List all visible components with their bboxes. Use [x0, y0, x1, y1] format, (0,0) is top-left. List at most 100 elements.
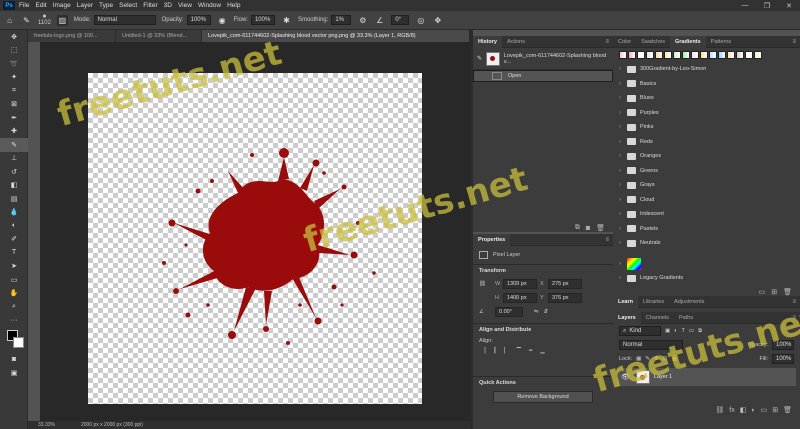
document-canvas[interactable]	[88, 73, 422, 404]
maximize-button[interactable]: ❐	[756, 2, 778, 10]
gradient-folder[interactable]: › Pastels	[613, 222, 800, 237]
gradient-folder[interactable]: › Pinks	[613, 120, 800, 135]
eyedropper-tool-icon[interactable]: ✒	[0, 111, 28, 125]
menu-edit[interactable]: Edit	[35, 2, 46, 9]
gear-icon[interactable]: ⚙	[357, 15, 368, 26]
gradient-folder-legacy[interactable]: ›	[613, 257, 800, 272]
angle-icon[interactable]: ∠	[374, 15, 385, 26]
gradient-swatch[interactable]	[745, 51, 753, 59]
gradient-swatch[interactable]	[727, 51, 735, 59]
tab-paths[interactable]: Paths	[674, 312, 698, 324]
pen-tool-icon[interactable]: ✐	[0, 233, 28, 247]
flip-horizontal-icon[interactable]: ⇋	[534, 309, 539, 315]
new-gradient-icon[interactable]: ⊞	[771, 288, 777, 296]
gradient-folder[interactable]: › Neutrals	[613, 236, 800, 251]
blur-tool-icon[interactable]: 💧	[0, 206, 28, 220]
angle-input[interactable]: 0.00°	[495, 307, 523, 317]
home-icon[interactable]: ⌂	[4, 15, 15, 26]
menu-image[interactable]: Image	[53, 2, 71, 9]
symmetry-icon[interactable]: ✥	[432, 15, 443, 26]
tab-layers[interactable]: Layers	[613, 311, 641, 324]
tab-channels[interactable]: Channels	[641, 312, 674, 324]
link-icon[interactable]: ⛓	[479, 281, 489, 287]
lock-all-icon[interactable]: 🔒	[671, 356, 678, 362]
lock-move-icon[interactable]: ✥	[654, 356, 659, 362]
gradient-folder-legacy-label[interactable]: › Legacy Gradients	[613, 271, 800, 286]
close-button[interactable]: ✕	[778, 2, 800, 10]
layer-row-layer-1[interactable]: 👁 Layer 1	[617, 368, 796, 386]
background-color[interactable]	[13, 337, 24, 348]
panel-menu-icon[interactable]: ≡	[792, 315, 796, 321]
layer-kind-filter[interactable]: ⌕ Kind	[619, 326, 661, 336]
align-left-icon[interactable]: ▕	[481, 348, 485, 354]
history-brush-tool-icon[interactable]: ↺	[0, 165, 28, 179]
panel-menu-icon[interactable]: ≡	[605, 39, 609, 45]
filter-pixel-icon[interactable]: ▣	[665, 328, 670, 334]
type-tool-icon[interactable]: T	[0, 246, 28, 260]
quick-select-tool-icon[interactable]: ✦	[0, 71, 28, 85]
panel-menu-icon[interactable]: ≡	[605, 237, 609, 243]
filter-adjust-icon[interactable]: ◐	[674, 328, 677, 334]
gradient-swatch[interactable]	[619, 51, 627, 59]
panel-menu-icon[interactable]: ≡	[792, 39, 796, 45]
more-tools-icon[interactable]: ···	[0, 314, 28, 328]
minimize-button[interactable]: —	[734, 2, 756, 10]
tab-patterns[interactable]: Patterns	[706, 36, 736, 48]
gradient-swatch[interactable]	[691, 51, 699, 59]
eye-icon[interactable]: 👁	[621, 373, 630, 381]
gradient-folder[interactable]: › Grays	[613, 178, 800, 193]
document-info[interactable]: 2000 px x 2000 px (300 ppi)	[81, 422, 143, 428]
tab-history[interactable]: History	[473, 35, 502, 48]
healing-tool-icon[interactable]: ✚	[0, 125, 28, 139]
brush-tool-icon[interactable]: ✎	[0, 138, 28, 152]
blend-mode-select[interactable]: Normal	[619, 340, 683, 350]
opacity-input[interactable]: 100%	[186, 15, 211, 25]
gradient-tool-icon[interactable]: ▤	[0, 192, 28, 206]
brush-source-icon[interactable]: ✎	[477, 55, 482, 62]
width-input[interactable]: 1309 px	[503, 279, 537, 289]
history-snapshot[interactable]: ✎ Lovepik_com-611744602-Splashing blood …	[473, 48, 613, 70]
filter-type-icon[interactable]: T	[682, 328, 685, 334]
zoom-level[interactable]: 33.33%	[38, 422, 55, 428]
layer-fill-input[interactable]: 100%	[772, 354, 794, 364]
new-document-icon[interactable]: ⧉	[575, 224, 580, 232]
path-select-tool-icon[interactable]: ➤	[0, 260, 28, 274]
align-right-icon[interactable]: ▏	[505, 348, 509, 354]
panel-menu-icon[interactable]: ≡	[792, 299, 796, 305]
menu-file[interactable]: File	[19, 2, 29, 9]
tab-adjustments[interactable]: Adjustments	[669, 296, 709, 308]
gradient-swatch[interactable]	[682, 51, 690, 59]
brush-tool-icon[interactable]: ✎	[21, 15, 32, 26]
gradient-swatch[interactable]	[754, 51, 762, 59]
tab-swatches[interactable]: Swatches	[636, 36, 670, 48]
align-middle-v-icon[interactable]: ━	[529, 348, 532, 354]
brush-settings-icon[interactable]: ▨	[56, 14, 68, 26]
gradient-folder[interactable]: › Greens	[613, 164, 800, 179]
quick-actions-section[interactable]: Quick Actions	[473, 376, 613, 389]
move-tool-icon[interactable]: ✥	[0, 30, 28, 44]
trash-icon[interactable]: 🗑	[783, 406, 792, 414]
tab-learn[interactable]: Learn	[613, 295, 638, 308]
gradient-folder[interactable]: › Basics	[613, 77, 800, 92]
gradient-folder[interactable]: › Iridescent	[613, 207, 800, 222]
camera-icon[interactable]: ◙	[586, 225, 590, 232]
height-input[interactable]: 1400 px	[503, 293, 537, 303]
pressure-size-icon[interactable]: ◎	[415, 15, 426, 26]
gradient-folder[interactable]: › Purples	[613, 106, 800, 121]
lock-artboard-icon[interactable]: ⊡	[663, 356, 668, 362]
filter-smart-icon[interactable]: ⧉	[698, 328, 702, 335]
gradient-folder[interactable]: › Blues	[613, 91, 800, 106]
marquee-tool-icon[interactable]: ⬚	[0, 44, 28, 58]
menu-type[interactable]: Type	[99, 2, 113, 9]
remove-background-button[interactable]: Remove Background	[493, 391, 593, 403]
link-layers-icon[interactable]: ⛓	[715, 406, 724, 414]
y-input[interactable]: 376 px	[548, 293, 582, 303]
gradient-swatch[interactable]	[655, 51, 663, 59]
hand-tool-icon[interactable]: ✋	[0, 287, 28, 301]
x-input[interactable]: 275 px	[548, 279, 582, 289]
adjustment-layer-icon[interactable]: ◐	[751, 407, 755, 414]
filter-shape-icon[interactable]: ▭	[689, 328, 694, 334]
align-top-icon[interactable]: ▔	[517, 348, 521, 354]
layer-opacity-input[interactable]: 100%	[772, 340, 794, 350]
smoothing-input[interactable]: 1%	[331, 15, 352, 25]
